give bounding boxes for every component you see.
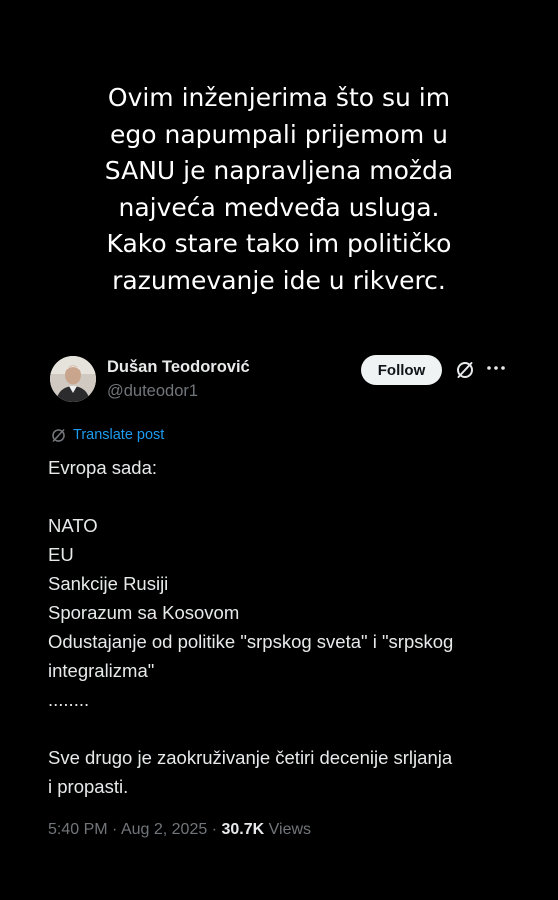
views-count[interactable]: 30.7K <box>221 821 264 838</box>
more-icon[interactable] <box>484 356 508 380</box>
avatar[interactable] <box>50 356 96 402</box>
tweet-line <box>48 482 528 511</box>
tweet-line: Sve drugo je zaokruživanje četiri deceni… <box>48 747 453 768</box>
views-label: Views <box>268 821 312 838</box>
avatar-photo <box>50 356 96 402</box>
tweet-line: EU <box>48 544 74 565</box>
tweet-line: Sporazum sa Kosovom <box>48 602 240 623</box>
translate-post-link[interactable]: Translate post <box>50 425 164 445</box>
tweet-line: i propasti. <box>48 776 129 797</box>
caption-line: ego napumpali prijemom u <box>110 119 448 149</box>
tweet-line <box>48 714 528 743</box>
meta-separator: · <box>112 821 118 838</box>
follow-button[interactable]: Follow <box>361 355 442 385</box>
tweet-line: NATO <box>48 515 98 536</box>
author-name[interactable]: Dušan Teodorović <box>107 358 250 377</box>
tweet-time[interactable]: 5:40 PM <box>48 821 108 838</box>
tweet-line: Sankcije Rusiji <box>48 573 169 594</box>
caption-line: razumevanje ide u rikverc. <box>112 265 446 295</box>
tweet-line: integralizma" <box>48 660 155 681</box>
tweet-line: Odustajanje od politike "srpskog sveta" … <box>48 631 454 652</box>
meta-separator: · <box>211 821 218 838</box>
caption-line: Ovim inženjerima što su im <box>107 83 451 112</box>
author-handle[interactable]: @duteodor1 <box>107 382 198 401</box>
tweet-line: Evropa sada: <box>48 457 158 478</box>
caption-text: Ovim inženjerima što su im ego napumpali… <box>0 80 558 299</box>
grok-icon[interactable] <box>455 360 475 380</box>
translate-label: Translate post <box>73 427 165 443</box>
caption-line: najveća medveđa usluga. <box>118 192 440 222</box>
tweet-date[interactable]: Aug 2, 2025 <box>121 821 207 838</box>
tweet-meta: 5:40 PM · Aug 2, 2025 · 30.7K Views <box>48 821 311 839</box>
translate-icon <box>52 428 65 442</box>
caption-line: SANU je napravljena možda <box>104 156 454 185</box>
tweet-body: Evropa sada: NATO EU Sankcije Rusiji Spo… <box>48 453 528 801</box>
tweet-line: ........ <box>48 689 90 710</box>
caption-line: Kako stare tako im političko <box>106 229 452 258</box>
